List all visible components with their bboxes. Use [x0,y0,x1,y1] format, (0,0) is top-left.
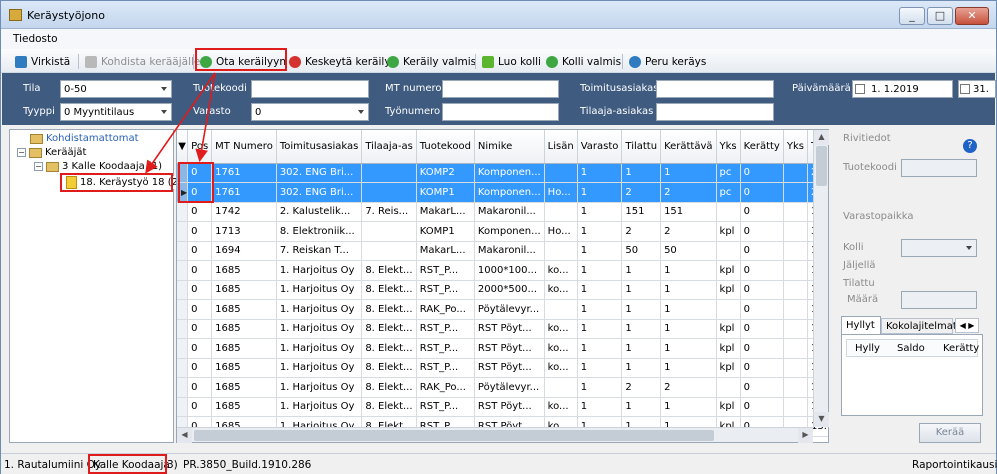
annotation-arrows [145,72,216,174]
arrow-to-grid [195,72,216,163]
arrow-to-tree [145,72,216,174]
application-window: Keräystyöjono _ □ ✕ Tiedosto Virkistä Ko… [0,0,997,474]
